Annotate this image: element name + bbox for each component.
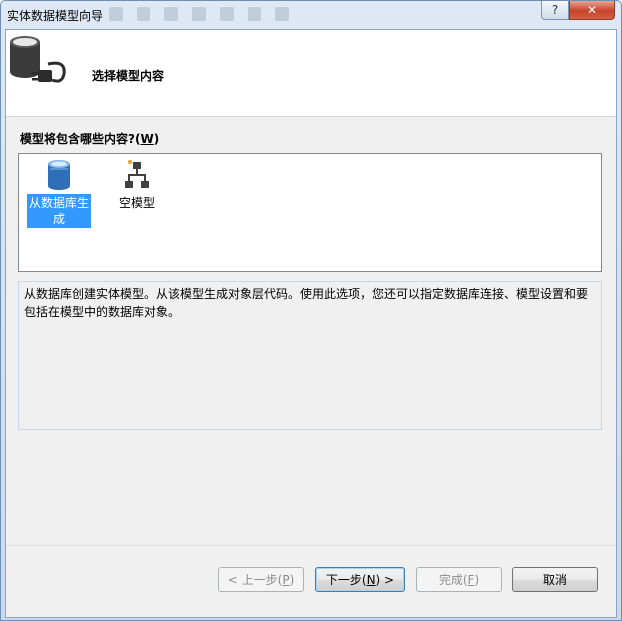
option-label: 空模型 [118,196,155,210]
background-toolbar [109,7,290,23]
wizard-window: 实体数据模型向导 ? ✕ 选择模型内容 模型将包含哪些内容?(W) 从数据库生成… [0,0,622,621]
empty-model-icon [125,160,149,188]
wizard-header: 选择模型内容 [6,30,616,117]
title-bar[interactable]: 实体数据模型向导 ? ✕ [1,1,621,29]
ghost-icon [192,7,206,21]
database-plug-icon [10,36,66,83]
model-contents-list[interactable]: 从数据库生成 空模型 [18,153,602,272]
cancel-button[interactable]: 取消 [512,567,598,592]
title-buttons: ? ✕ [541,1,615,20]
option-generate-from-database[interactable]: 从数据库生成 [27,158,91,228]
window-title: 实体数据模型向导 [7,9,104,23]
option-description: 从数据库创建实体模型。从该模型生成对象层代码。使用此选项，您还可以指定数据库连接… [24,287,589,319]
close-icon: ✕ [586,3,598,17]
ghost-icon [247,7,262,21]
content-prompt-label: 模型将包含哪些内容?(W) [20,132,160,146]
page-title: 选择模型内容 [92,69,165,83]
ghost-icon [275,7,290,21]
option-empty-model[interactable]: 空模型 [105,158,169,212]
footer-divider [6,545,616,546]
ghost-icon [136,7,151,21]
help-icon: ? [551,3,559,17]
option-label: 从数据库生成 [27,194,91,228]
back-button[interactable]: < 上一步(P) [218,567,304,592]
help-button[interactable]: ? [541,1,569,20]
next-button[interactable]: 下一步(N) > [315,567,405,592]
close-button[interactable]: ✕ [569,1,615,20]
finish-button[interactable]: 完成(F) [416,567,502,592]
option-description-box: 从数据库创建实体模型。从该模型生成对象层代码。使用此选项，您还可以指定数据库连接… [18,281,602,430]
ghost-icon [219,7,234,21]
wizard-body: 选择模型内容 模型将包含哪些内容?(W) 从数据库生成 空模型 从数据库创建实体… [5,29,617,618]
database-icon [48,160,70,190]
ghost-icon [164,7,179,21]
ghost-icon [109,7,123,21]
